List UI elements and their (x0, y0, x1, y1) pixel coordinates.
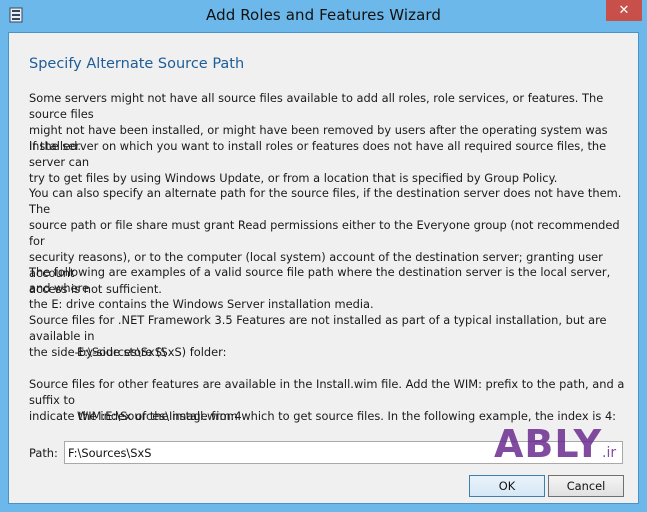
ok-button[interactable]: OK (469, 475, 545, 497)
paragraph-windows-update: If the server on which you want to insta… (29, 139, 607, 185)
cancel-button[interactable]: Cancel (548, 475, 624, 497)
path-input[interactable] (64, 441, 623, 464)
title-bar[interactable]: Add Roles and Features Wizard ✕ (0, 0, 647, 32)
wizard-window: Add Roles and Features Wizard ✕ Specify … (0, 0, 647, 512)
paragraph-examples: The following are examples of a valid so… (29, 265, 611, 311)
wizard-content: Specify Alternate Source Path Some serve… (8, 32, 639, 504)
path-label: Path: (29, 446, 58, 460)
close-icon: ✕ (618, 3, 630, 18)
example-wim-path: WIM:E:\Sources\Install.wim:4 (77, 409, 242, 423)
window-title: Add Roles and Features Wizard (205, 6, 442, 24)
example-sxs-path: E:\Sources\SxS\ (77, 345, 166, 359)
page-title: Specify Alternate Source Path (29, 56, 245, 72)
close-button[interactable]: ✕ (606, 0, 642, 21)
